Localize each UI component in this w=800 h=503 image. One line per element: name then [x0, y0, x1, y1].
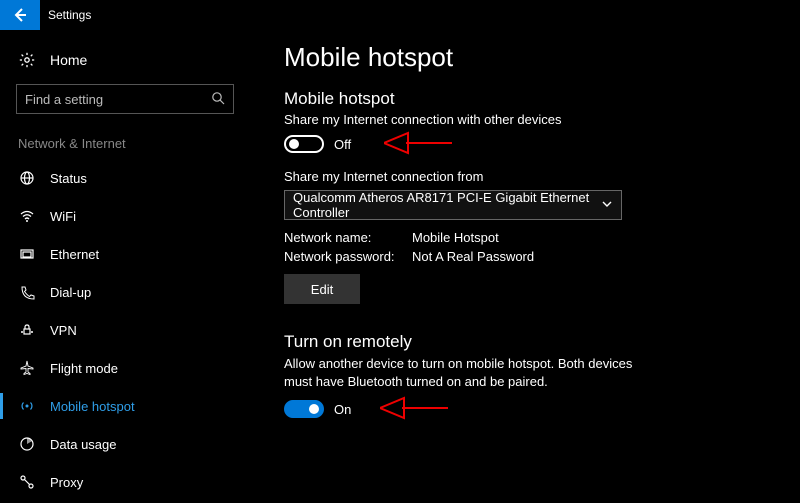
network-password-label: Network password:	[284, 249, 412, 264]
globe-icon	[18, 170, 36, 186]
back-button[interactable]	[0, 0, 40, 30]
ethernet-icon	[18, 246, 36, 262]
hotspot-toggle-state: Off	[334, 137, 351, 152]
search-icon	[211, 91, 225, 108]
sidebar-item-label: Ethernet	[50, 247, 99, 262]
edit-button[interactable]: Edit	[284, 274, 360, 304]
phone-icon	[18, 284, 36, 300]
search-input[interactable]	[25, 92, 205, 107]
sidebar-item-label: Proxy	[50, 475, 83, 490]
sidebar-item-wifi[interactable]: WiFi	[0, 197, 250, 235]
sidebar-item-ethernet[interactable]: Ethernet	[0, 235, 250, 273]
sidebar-item-vpn[interactable]: VPN	[0, 311, 250, 349]
network-name-value: Mobile Hotspot	[412, 230, 499, 245]
sidebar: Home Network & Internet Status WiFi Ethe…	[0, 30, 250, 503]
hotspot-toggle[interactable]	[284, 135, 324, 153]
network-password-value: Not A Real Password	[412, 249, 534, 264]
sidebar-item-status[interactable]: Status	[0, 159, 250, 197]
proxy-icon	[18, 474, 36, 490]
sidebar-item-mobile-hotspot[interactable]: Mobile hotspot	[0, 387, 250, 425]
share-from-label: Share my Internet connection from	[284, 169, 780, 184]
wifi-icon	[18, 208, 36, 224]
annotation-arrow	[380, 394, 450, 422]
sidebar-item-label: Data usage	[50, 437, 117, 452]
sidebar-home[interactable]: Home	[0, 44, 250, 76]
gear-icon	[18, 52, 36, 68]
sidebar-item-data-usage[interactable]: Data usage	[0, 425, 250, 463]
data-usage-icon	[18, 436, 36, 452]
sidebar-item-label: Dial-up	[50, 285, 91, 300]
sidebar-item-flight-mode[interactable]: Flight mode	[0, 349, 250, 387]
sidebar-home-label: Home	[50, 52, 87, 68]
sidebar-section-label: Network & Internet	[0, 132, 250, 159]
toggle-knob	[289, 139, 299, 149]
back-arrow-icon	[12, 7, 28, 23]
remote-toggle[interactable]	[284, 400, 324, 418]
sidebar-item-label: WiFi	[50, 209, 76, 224]
remote-toggle-state: On	[334, 402, 351, 417]
hotspot-heading: Mobile hotspot	[284, 89, 780, 109]
toggle-knob	[309, 404, 319, 414]
annotation-arrow	[384, 129, 454, 157]
vpn-icon	[18, 322, 36, 338]
remote-heading: Turn on remotely	[284, 332, 780, 352]
sidebar-item-dialup[interactable]: Dial-up	[0, 273, 250, 311]
share-from-dropdown[interactable]: Qualcomm Atheros AR8171 PCI-E Gigabit Et…	[284, 190, 622, 220]
sidebar-item-label: Status	[50, 171, 87, 186]
network-name-label: Network name:	[284, 230, 412, 245]
dropdown-selected: Qualcomm Atheros AR8171 PCI-E Gigabit Et…	[293, 190, 601, 220]
chevron-down-icon	[601, 198, 613, 213]
hotspot-icon	[18, 398, 36, 414]
main-pane: Mobile hotspot Mobile hotspot Share my I…	[250, 30, 800, 503]
page-title: Mobile hotspot	[284, 42, 780, 73]
sidebar-item-label: Mobile hotspot	[50, 399, 135, 414]
sidebar-item-label: VPN	[50, 323, 77, 338]
airplane-icon	[18, 360, 36, 376]
titlebar: Settings	[0, 0, 800, 30]
sidebar-item-label: Flight mode	[50, 361, 118, 376]
search-box[interactable]	[16, 84, 234, 114]
window-title: Settings	[48, 8, 91, 22]
hotspot-desc: Share my Internet connection with other …	[284, 112, 780, 127]
remote-desc: Allow another device to turn on mobile h…	[284, 355, 664, 390]
sidebar-item-proxy[interactable]: Proxy	[0, 463, 250, 501]
